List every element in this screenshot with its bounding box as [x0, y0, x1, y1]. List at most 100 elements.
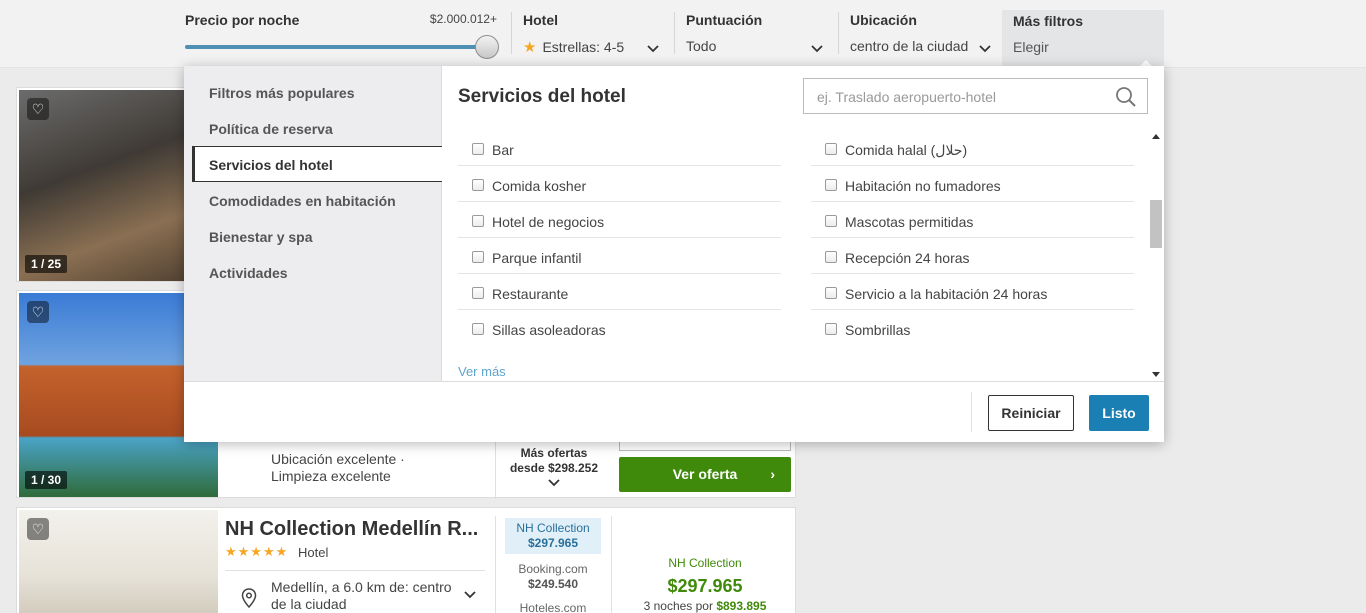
amenity-option[interactable]: Comida kosher [458, 166, 781, 202]
amenity-label: Bar [492, 142, 514, 158]
price-max-label: $2.000.012+ [429, 12, 497, 26]
provider-amount: $249.540 [527, 577, 579, 591]
offer-box [619, 441, 791, 451]
category-wellness-spa[interactable]: Bienestar y spa [209, 229, 313, 245]
category-booking-policy[interactable]: Política de reserva [209, 121, 333, 137]
checkbox[interactable] [825, 143, 837, 155]
more-offers-label: Más ofertas [520, 446, 588, 460]
filter-category-sidebar: Filtros más populares Política de reserv… [184, 66, 442, 381]
scroll-thumb[interactable] [1150, 200, 1162, 248]
heart-icon[interactable]: ♡ [27, 518, 49, 540]
highlight-cleanliness: Limpieza excelente [271, 468, 391, 484]
search-placeholder: ej. Traslado aeropuerto-hotel [817, 89, 996, 105]
category-hotel-services[interactable]: Servicios del hotel [192, 146, 442, 182]
chevron-down-icon [979, 45, 991, 53]
amenity-option[interactable]: Hotel de negocios [458, 202, 781, 238]
amenity-label: Sillas asoleadoras [492, 322, 606, 338]
amenity-label: Habitación no fumadores [845, 178, 1001, 194]
options-scrollbar[interactable] [1148, 130, 1164, 381]
amenity-option[interactable]: Comida halal (حلال) [811, 130, 1134, 166]
checkbox[interactable] [472, 143, 484, 155]
chevron-right-icon: › [770, 466, 775, 482]
divider [495, 516, 496, 613]
hotel-name[interactable]: NH Collection Medellín R... [225, 518, 478, 541]
category-activities[interactable]: Actividades [209, 265, 288, 281]
scroll-up-arrow[interactable] [1152, 134, 1160, 139]
amenity-option[interactable]: Servicio a la habitación 24 horas [811, 274, 1134, 310]
amenity-option[interactable]: Parque infantil [458, 238, 781, 274]
provider-name: Booking.com [518, 562, 588, 576]
checkbox[interactable] [825, 215, 837, 227]
filter-divider [838, 12, 839, 54]
provider-price[interactable]: Hoteles.com [505, 601, 601, 613]
chevron-down-icon[interactable] [464, 590, 476, 600]
see-more-link[interactable]: Ver más [458, 364, 506, 379]
checkbox[interactable] [472, 251, 484, 263]
hotel-filter-title: Hotel [523, 12, 558, 28]
heart-icon[interactable]: ♡ [27, 301, 49, 323]
checkbox[interactable] [472, 323, 484, 335]
amenity-option[interactable]: Restaurante [458, 274, 781, 310]
divider [495, 441, 496, 499]
rating-filter[interactable]: Puntuación Todo [686, 12, 832, 62]
more-offers[interactable]: Más ofertas desde $298.252 [501, 446, 607, 488]
amenity-label: Mascotas permitidas [845, 214, 974, 230]
amenity-option[interactable]: Mascotas permitidas [811, 202, 1134, 238]
location-filter[interactable]: Ubicación centro de la ciudad [850, 12, 996, 62]
amenity-option[interactable]: Habitación no fumadores [811, 166, 1134, 202]
location-filter-title: Ubicación [850, 12, 917, 28]
amenity-label: Recepción 24 horas [845, 250, 970, 266]
category-room-amenities[interactable]: Comodidades en habitación [209, 193, 396, 209]
amenity-search-input[interactable]: ej. Traslado aeropuerto-hotel [803, 78, 1148, 114]
rating-filter-title: Puntuación [686, 12, 763, 28]
search-icon[interactable] [1115, 86, 1137, 108]
category-popular[interactable]: Filtros más populares [209, 85, 354, 101]
amenity-label: Comida kosher [492, 178, 587, 194]
price-slider-track[interactable] [185, 45, 485, 49]
checkbox[interactable] [825, 323, 837, 335]
hotel-photo[interactable]: ♡ [19, 510, 218, 613]
done-button[interactable]: Listo [1089, 395, 1149, 431]
provider-amount: $297.965 [527, 536, 579, 550]
amenity-option[interactable]: Bar [458, 130, 781, 166]
divider [611, 516, 612, 613]
location-pin-icon [241, 588, 257, 608]
reset-button[interactable]: Reiniciar [988, 395, 1074, 431]
amenity-label: Restaurante [492, 286, 569, 302]
amenity-label: Sombrillas [845, 322, 911, 338]
amenity-option[interactable]: Recepción 24 horas [811, 238, 1134, 274]
hotel-location: Medellín, a 6.0 km de: centro de la ciud… [271, 579, 452, 613]
divider [971, 392, 972, 432]
provider-price[interactable]: NH Collection $297.965 [505, 518, 601, 554]
scroll-down-arrow[interactable] [1152, 372, 1160, 377]
hotel-filter[interactable]: Hotel ★ Estrellas: 4-5 [523, 12, 668, 62]
section-title: Servicios del hotel [458, 86, 626, 107]
divider [225, 570, 485, 571]
price-slider-handle[interactable] [475, 35, 499, 59]
checkbox[interactable] [825, 179, 837, 191]
panel-footer: Reiniciar Listo [184, 381, 1164, 442]
best-provider: NH Collection [668, 556, 742, 570]
checkbox[interactable] [825, 251, 837, 263]
amenity-label: Parque infantil [492, 250, 582, 266]
amenity-label: Hotel de negocios [492, 214, 605, 230]
amenity-option[interactable]: Sillas asoleadoras [458, 310, 781, 346]
location-line-1: Medellín, a 6.0 km de: centro [271, 579, 452, 595]
more-filters-value: Elegir [1013, 39, 1049, 55]
hotel-filter-value: Estrellas: 4-5 [542, 39, 625, 55]
checkbox[interactable] [825, 287, 837, 299]
best-deal[interactable]: NH Collection $297.965 3 noches por $893… [617, 556, 793, 613]
view-offer-button[interactable]: Ver oferta › [619, 457, 791, 492]
hotel-card[interactable]: ♡ NH Collection Medellín R... ★★★★★ Hote… [16, 507, 796, 613]
location-filter-value: centro de la ciudad [850, 38, 969, 54]
nights-price: $893.895 [716, 599, 767, 613]
checkbox[interactable] [472, 179, 484, 191]
provider-price[interactable]: Booking.com $249.540 [505, 562, 601, 592]
filter-bar: Precio por noche $2.000.012+ Hotel ★ Estr… [0, 0, 1366, 68]
chevron-down-icon [811, 45, 823, 53]
amenity-option[interactable]: Sombrillas [811, 310, 1134, 346]
star-icon: ★ [523, 39, 537, 56]
checkbox[interactable] [472, 287, 484, 299]
heart-icon[interactable]: ♡ [27, 98, 49, 120]
checkbox[interactable] [472, 215, 484, 227]
